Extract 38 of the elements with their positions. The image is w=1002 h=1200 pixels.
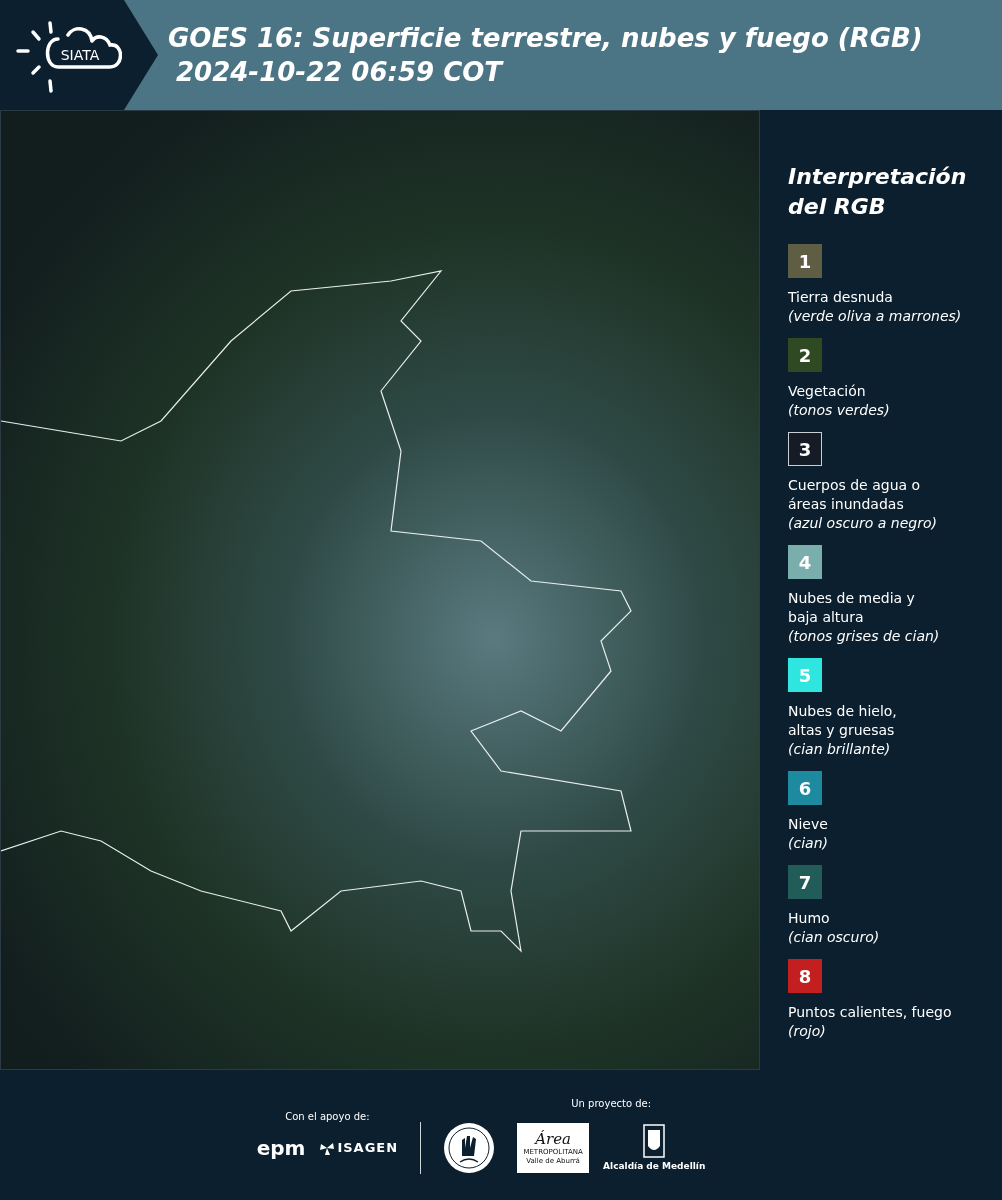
legend-swatch: 7: [788, 865, 822, 899]
sponsor-logo: epm: [256, 1135, 306, 1160]
legend-description: (cian brillante): [788, 740, 892, 759]
legend-swatch: 1: [788, 244, 822, 278]
legend-title: Interpretación del RGB: [788, 163, 968, 221]
legend-description: (cian oscuro): [788, 928, 881, 947]
legend-description: (tonos grises de cian): [788, 627, 941, 646]
legend-label: baja altura: [788, 608, 865, 627]
legend-swatch: 6: [788, 771, 822, 805]
legend-label: Puntos calientes, fuego: [788, 1003, 953, 1022]
legend-label: Nubes de hielo,: [788, 702, 898, 721]
legend-description: (tonos verdes): [788, 401, 891, 420]
legend-description: (verde oliva a marrones): [788, 307, 963, 326]
coat-of-arms-icon: [642, 1124, 667, 1158]
project-label: Un proyecto de:: [571, 1097, 652, 1109]
page-title: 2024-10-22 06:59 COT: [175, 56, 505, 89]
legend-swatch: 5: [788, 658, 822, 692]
legend-label: Humo: [788, 909, 831, 928]
sponsor-logo: ISAGEN: [337, 1140, 399, 1155]
legend-label: Tierra desnuda: [788, 288, 894, 307]
legend-swatch: 3: [788, 432, 822, 466]
legend-label: áreas inundadas: [788, 495, 905, 514]
legend-description: (cian): [788, 834, 829, 853]
legend-label: Nieve: [788, 815, 829, 834]
legend-swatch: 4: [788, 545, 822, 579]
legend-label: Cuerpos de agua o: [788, 476, 922, 495]
legend-label: Nubes de media y: [788, 589, 916, 608]
city-logo-text: Alcaldía de Medellín: [603, 1161, 706, 1171]
page-title: GOES 16: Superficie terrestre, nubes y fuego (RGB): [168, 22, 924, 55]
legend-description: (azul oscuro a negro): [788, 514, 938, 533]
seal-icon: [443, 1122, 496, 1174]
legend-swatch: 2: [788, 338, 822, 372]
siata-logo: SIATA: [14, 15, 122, 95]
support-label: Con el apoyo de:: [285, 1110, 370, 1122]
legend-swatch: 8: [788, 959, 822, 993]
legend-label: altas y gruesas: [788, 721, 896, 740]
legend-label: Vegetación: [788, 382, 867, 401]
legend-description: (rojo): [788, 1022, 827, 1041]
